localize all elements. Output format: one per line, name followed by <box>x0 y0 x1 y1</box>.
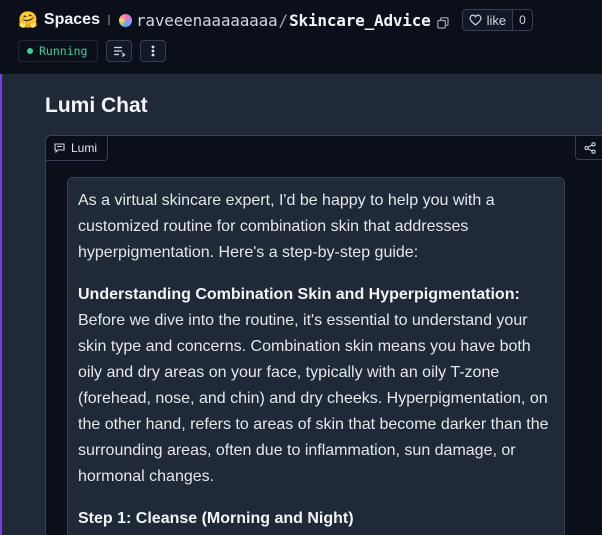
more-options-button[interactable] <box>140 40 167 62</box>
heart-icon <box>469 14 482 26</box>
like-count[interactable]: 0 <box>512 10 532 30</box>
section-1-body: Before we dive into the routine, it's es… <box>78 312 549 485</box>
owner-link[interactable]: raveeenaaaaaaaa <box>136 11 278 30</box>
share-icon <box>583 141 596 154</box>
space-header: 🤗 Spaces raveeenaaaaaaaa / Skincare_Advi… <box>0 0 602 74</box>
owner-avatar[interactable] <box>118 13 132 27</box>
status-dot-icon <box>27 48 33 54</box>
app-container: Lumi Chat Lumi As a virtual skincare exp… <box>2 74 602 535</box>
section-1-heading: Understanding Combination Skin and Hyper… <box>78 286 520 303</box>
like-label: like <box>486 12 507 28</box>
app-title: Lumi Chat <box>45 94 148 117</box>
logs-button[interactable] <box>106 40 133 62</box>
space-status-row: Running <box>18 40 167 62</box>
breadcrumb-divider <box>107 15 110 25</box>
chatbot-panel: Lumi As a virtual skincare expert, I'd b… <box>45 135 602 535</box>
like-button[interactable]: like 0 <box>461 9 533 31</box>
more-icon <box>152 45 155 57</box>
spaces-link[interactable]: Spaces <box>44 11 100 29</box>
space-breadcrumb: 🤗 Spaces raveeenaaaaaaaa / Skincare_Advi… <box>18 8 533 32</box>
chatbot-label: Lumi <box>46 136 108 161</box>
message-intro: As a virtual skincare expert, I'd be hap… <box>78 192 495 261</box>
message-step-1: Step 1: Cleanse (Morning and Night) <box>78 506 554 532</box>
repo-name-link[interactable]: Skincare_Advice <box>289 11 431 30</box>
logs-icon <box>113 46 126 57</box>
chatbot-label-text: Lumi <box>71 141 98 155</box>
status-text: Running <box>39 44 88 58</box>
copy-icon[interactable] <box>436 14 449 29</box>
status-badge[interactable]: Running <box>18 40 99 62</box>
like-button-main[interactable]: like <box>462 10 513 30</box>
hugging-face-logo-icon[interactable]: 🤗 <box>18 12 38 28</box>
step-1-heading: Step 1: Cleanse (Morning and Night) <box>78 510 354 527</box>
share-button[interactable] <box>575 136 602 160</box>
chat-icon <box>54 143 65 153</box>
path-separator: / <box>278 10 289 30</box>
message-section-1: Understanding Combination Skin and Hyper… <box>78 282 554 490</box>
bot-message: As a virtual skincare expert, I'd be hap… <box>67 177 565 535</box>
